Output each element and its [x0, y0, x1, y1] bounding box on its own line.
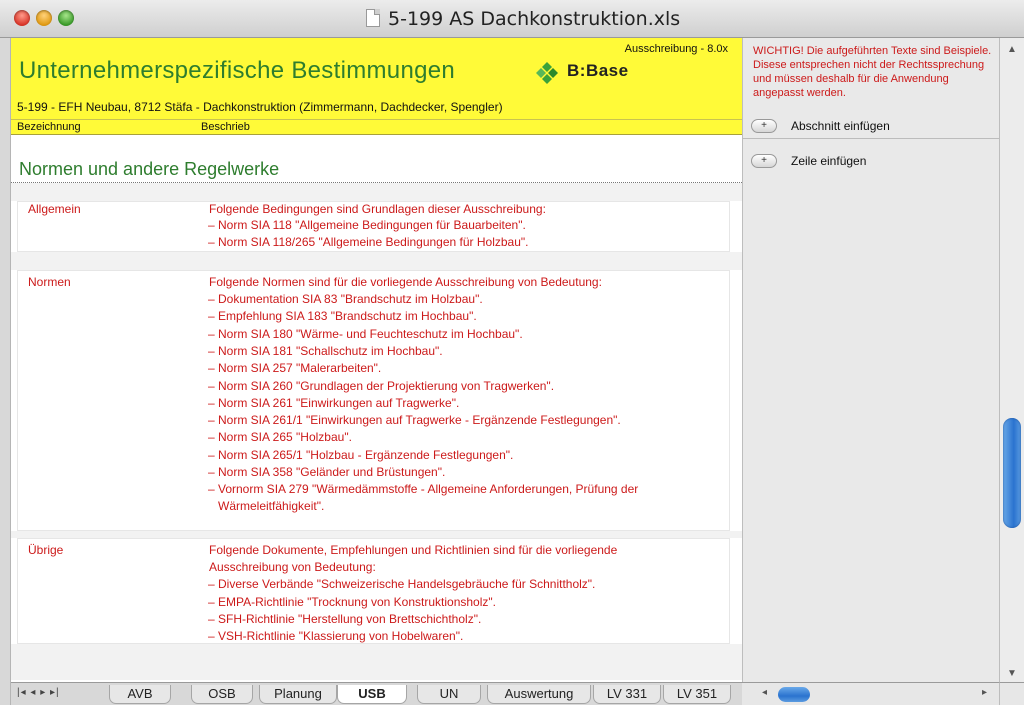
bbase-logo-icon — [536, 62, 558, 84]
sheet-left-edge — [0, 38, 11, 705]
list-item: – Dokumentation SIA 83 "Brandschutz im Ho… — [208, 292, 483, 306]
sheet-tab-bar: |◂ ◂ ▸ ▸| AVB OSB Planung USB UN Auswert… — [11, 682, 742, 705]
vertical-scroll-thumb[interactable] — [1003, 418, 1021, 528]
window-title: 5-199 AS Dachkonstruktion.xls — [388, 8, 681, 30]
list-item: – Empfehlung SIA 183 "Brandschutz im Hoch… — [208, 309, 477, 323]
list-item: – Norm SIA 257 "Malerarbeiten". — [208, 361, 382, 375]
list-item-continuation: Wärmeleitfähigkeit". — [218, 499, 325, 513]
block-uebrige[interactable]: Übrige Folgende Dokumente, Empfehlungen … — [17, 538, 730, 644]
row-gap — [11, 644, 742, 680]
vertical-scrollbar[interactable]: ▲ ▼ — [999, 38, 1024, 682]
version-label: Ausschreibung - 8.0x — [624, 43, 728, 55]
block-label-uebrige: Übrige — [28, 543, 64, 557]
tab-auswertung[interactable]: Auswertung — [487, 685, 591, 704]
column-header-row: Bezeichnung Beschrieb — [11, 119, 742, 135]
row-gap — [11, 183, 742, 201]
column-header-beschrieb[interactable]: Beschrieb — [201, 121, 250, 133]
tab-un[interactable]: UN — [417, 685, 481, 704]
block-intro: Folgende Dokumente, Empfehlungen und Ric… — [209, 543, 618, 557]
list-item: – Norm SIA 181 "Schallschutz im Hochbau". — [208, 344, 443, 358]
row-gap — [11, 252, 742, 270]
worksheet: Unternehmerspezifische Bestimmungen Auss… — [11, 38, 742, 680]
tab-usb[interactable]: USB — [337, 685, 407, 704]
list-item: – SFH-Richtlinie "Herstellung von Brettsc… — [208, 612, 482, 626]
horizontal-scroll-thumb[interactable] — [778, 687, 810, 702]
scroll-up-arrow-icon[interactable]: ▲ — [1007, 44, 1017, 55]
logo-text: B:Base — [567, 61, 629, 80]
document-icon — [366, 9, 380, 27]
list-item: – Norm SIA 260 "Grundlagen der Projektier… — [208, 379, 555, 393]
block-label-normen: Normen — [28, 275, 71, 289]
resize-corner-icon[interactable] — [999, 682, 1024, 705]
insert-row-button[interactable]: + — [751, 154, 777, 168]
list-item: – Vornorm SIA 279 "Wärmedämmstoffe - Allg… — [208, 482, 639, 496]
panel-divider — [743, 138, 1000, 139]
list-item: – Norm SIA 265 "Holzbau". — [208, 430, 352, 444]
tab-avb[interactable]: AVB — [109, 685, 171, 704]
list-item: – Norm SIA 180 "Wärme- und Feuchteschutz … — [208, 327, 523, 341]
block-intro: Folgende Normen sind für die vorliegende… — [209, 275, 602, 289]
block-intro: Folgende Bedingungen sind Grundlagen die… — [209, 202, 546, 216]
insert-section-button[interactable]: + — [751, 119, 777, 133]
horizontal-scrollbar[interactable]: ◂ ▸ — [742, 682, 999, 705]
list-item: – VSH-Richtlinie "Klassierung von Hobelwa… — [208, 629, 464, 643]
scroll-left-arrow-icon[interactable]: ◂ — [762, 687, 767, 698]
tab-navigation-arrows-icon[interactable]: |◂ ◂ ▸ ▸| — [17, 687, 60, 698]
warning-text: WICHTIG! Die aufgeführten Texte sind Bei… — [753, 45, 992, 99]
column-header-bezeichnung[interactable]: Bezeichnung — [17, 121, 81, 133]
list-item: – Diverse Verbände "Schweizerische Handel… — [208, 577, 596, 591]
project-description: 5-199 - EFH Neubau, 8712 Stäfa - Dachkon… — [17, 100, 503, 114]
window-titlebar: 5-199 AS Dachkonstruktion.xls — [0, 0, 1024, 38]
insert-row-label: Zeile einfügen — [791, 154, 867, 168]
block-intro-continued: Ausschreibung von Bedeutung: — [209, 560, 376, 574]
row-gap — [11, 531, 742, 538]
list-item: – Norm SIA 265/1 "Holzbau - Ergänzende Fe… — [208, 448, 514, 462]
insert-section-row: + Abschnitt einfügen — [751, 119, 890, 133]
sheet-title: Unternehmerspezifische Bestimmungen — [19, 57, 456, 84]
zoom-window-button[interactable] — [58, 10, 74, 26]
scroll-right-arrow-icon[interactable]: ▸ — [982, 687, 987, 698]
block-normen[interactable]: Normen Folgende Normen sind für die vorl… — [17, 270, 730, 531]
insert-row-row: + Zeile einfügen — [751, 154, 866, 168]
block-allgemein[interactable]: Allgemein Folgende Bedingungen sind Grun… — [17, 201, 730, 252]
list-item: – Norm SIA 358 "Geländer und Brüstungen". — [208, 465, 446, 479]
section-title[interactable]: Normen und andere Regelwerke — [19, 159, 279, 180]
scroll-down-arrow-icon[interactable]: ▼ — [1007, 668, 1017, 679]
list-item: – EMPA-Richtlinie "Trocknung von Konstruk… — [208, 595, 496, 609]
minimize-window-button[interactable] — [36, 10, 52, 26]
list-item: – Norm SIA 118 "Allgemeine Bedingungen fü… — [208, 218, 526, 232]
side-panel: WICHTIG! Die aufgeführten Texte sind Bei… — [742, 38, 1000, 682]
list-item: – Norm SIA 261/1 "Einwirkungen auf Tragwe… — [208, 413, 621, 427]
tab-lv-331[interactable]: LV 331 — [593, 685, 661, 704]
tab-planung[interactable]: Planung — [259, 685, 337, 704]
block-label-allgemein: Allgemein — [28, 202, 81, 216]
tab-lv-351[interactable]: LV 351 — [663, 685, 731, 704]
close-window-button[interactable] — [14, 10, 30, 26]
list-item: – Norm SIA 118/265 "Allgemeine Bedingunge… — [208, 235, 529, 249]
insert-section-label: Abschnitt einfügen — [791, 119, 890, 133]
list-item: – Norm SIA 261 "Einwirkungen auf Tragwerk… — [208, 396, 460, 410]
tab-osb[interactable]: OSB — [191, 685, 253, 704]
sheet-header: Unternehmerspezifische Bestimmungen Auss… — [11, 38, 742, 119]
